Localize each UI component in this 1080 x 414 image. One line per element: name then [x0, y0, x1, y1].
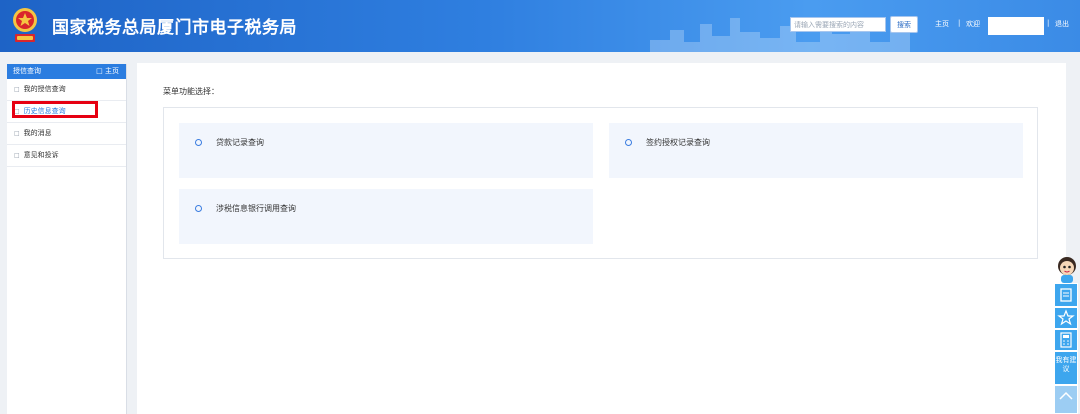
- username-box: [988, 17, 1044, 35]
- sidebar-home-link[interactable]: □ 主页: [96, 64, 119, 79]
- header-divider: |: [958, 19, 961, 27]
- mascot-icon[interactable]: [1054, 255, 1080, 283]
- suggestion-label: 我有建议: [1055, 356, 1077, 373]
- arrow-up-icon[interactable]: [1054, 385, 1078, 414]
- header-bar: 国家税务总局厦门市电子税务局 请输入需要搜索的内容 搜索 主页 | 欢迎 | 退…: [0, 0, 1080, 52]
- option-label: 涉税信息银行调用查询: [216, 204, 296, 213]
- search-input[interactable]: 请输入需要搜索的内容: [790, 17, 886, 32]
- option-label: 贷款记录查询: [216, 138, 264, 147]
- sidebar-item-label: 意见和投诉: [23, 151, 59, 159]
- chat-icon[interactable]: [1054, 283, 1078, 307]
- sidebar-header-label: 授信查询: [13, 67, 41, 75]
- bullet-icon: □: [14, 86, 20, 93]
- highlight-annotation: [12, 101, 98, 118]
- star-icon[interactable]: [1054, 307, 1078, 329]
- sidebar-item-label: 我的授信查询: [23, 85, 66, 93]
- option-label: 签约授权记录查询: [646, 138, 710, 147]
- menu-options-box: 贷款记录查询 签约授权记录查询 涉税信息银行调用查询: [163, 107, 1038, 259]
- calculator-icon[interactable]: [1054, 329, 1078, 351]
- emblem-icon: [13, 8, 37, 42]
- radio-icon[interactable]: [625, 139, 632, 146]
- sidebar-header: 授信查询 □ 主页: [7, 64, 126, 79]
- menu-select-label: 菜单功能选择：: [163, 87, 219, 96]
- bullet-icon: □: [14, 130, 20, 137]
- option-loan-records[interactable]: 贷款记录查询: [179, 123, 593, 178]
- welcome-label: 欢迎: [966, 20, 980, 28]
- main-panel: 菜单功能选择： 贷款记录查询 签约授权记录查询 涉税信息银行调用查询: [137, 63, 1066, 414]
- radio-icon[interactable]: [195, 205, 202, 212]
- suggestion-button[interactable]: 我有建议: [1054, 351, 1078, 385]
- logout-link[interactable]: 退出: [1055, 19, 1069, 29]
- search-button[interactable]: 搜索: [890, 16, 918, 33]
- home-link[interactable]: 主页: [935, 19, 949, 29]
- sidebar-item-feedback[interactable]: □ 意见和投诉: [7, 145, 126, 167]
- sidebar-item-label: 我的消息: [23, 129, 52, 137]
- option-tax-info-bank-query[interactable]: 涉税信息银行调用查询: [179, 189, 593, 244]
- option-authorization-records[interactable]: 签约授权记录查询: [609, 123, 1023, 178]
- sidebar-item-my-credit[interactable]: □ 我的授信查询: [7, 79, 126, 101]
- site-title: 国家税务总局厦门市电子税务局: [52, 18, 297, 38]
- sidebar-item-messages[interactable]: □ 我的消息: [7, 123, 126, 145]
- radio-icon[interactable]: [195, 139, 202, 146]
- bullet-icon: □: [14, 152, 20, 159]
- header-divider-2: |: [1047, 19, 1050, 27]
